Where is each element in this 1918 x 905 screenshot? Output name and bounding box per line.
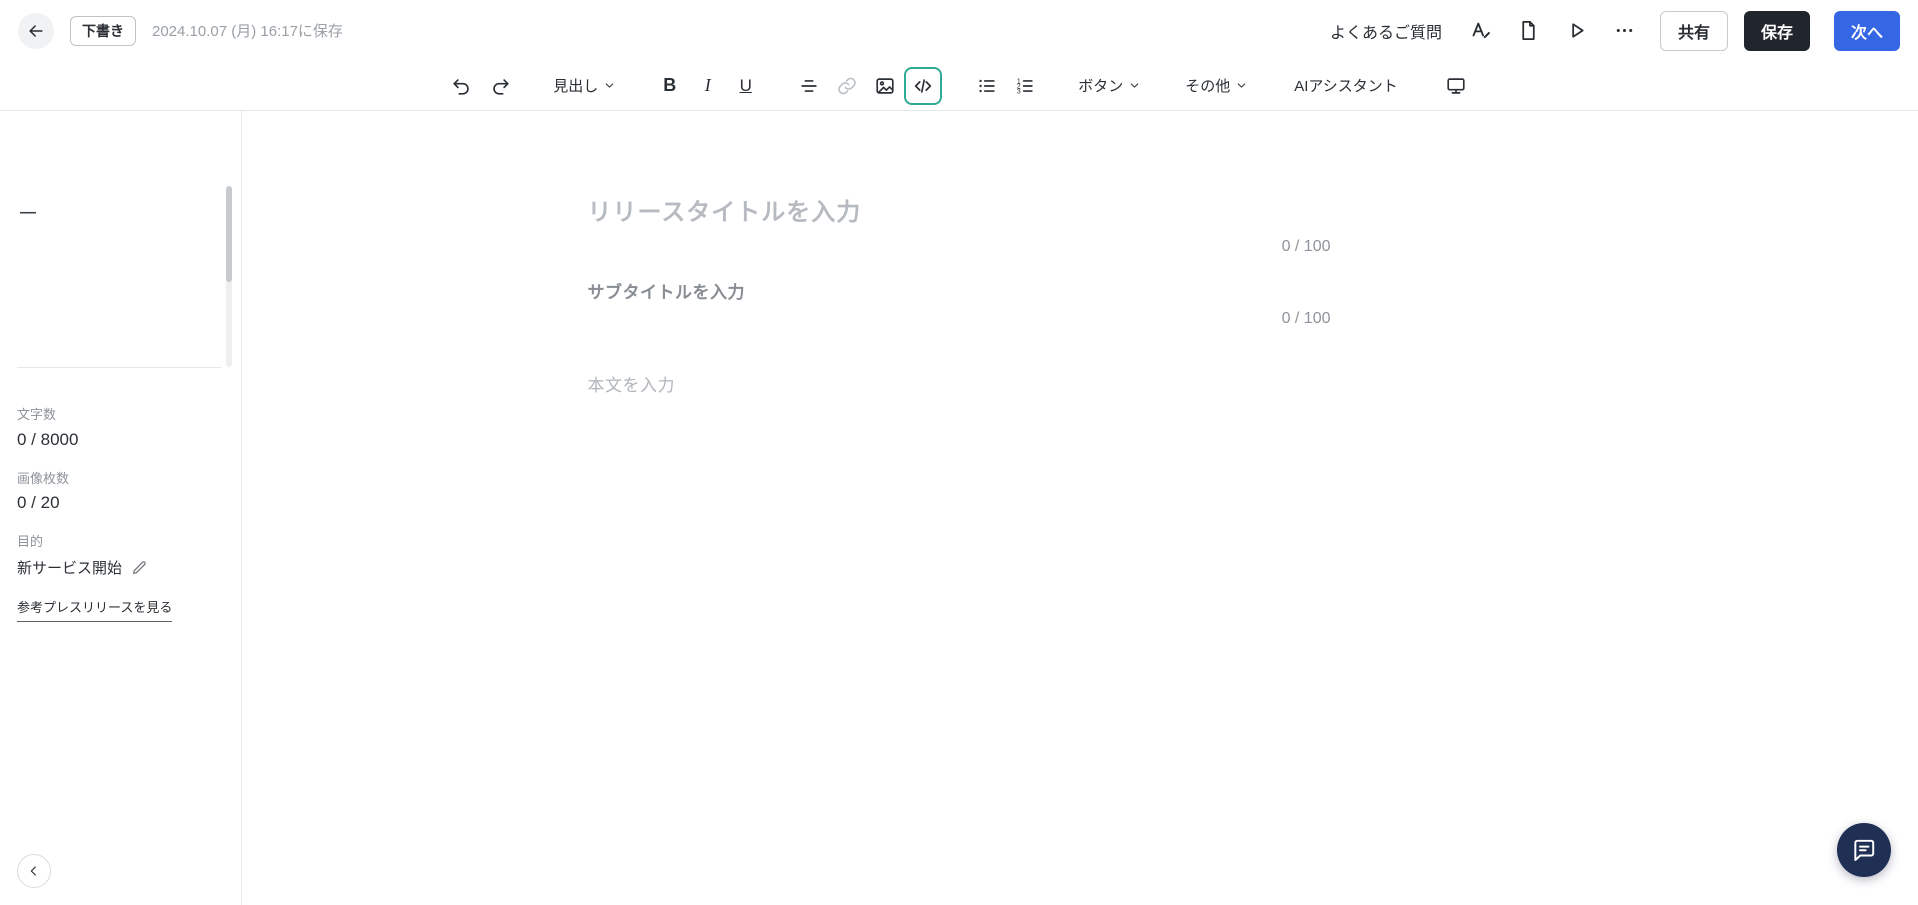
button-menu-group: ボタン xyxy=(1069,67,1150,104)
bulleted-list-icon xyxy=(979,79,995,92)
others-dropdown[interactable]: その他 xyxy=(1176,67,1257,104)
bulleted-list-button[interactable] xyxy=(968,67,1005,104)
numbered-list-button[interactable]: 1 2 3 xyxy=(1006,67,1043,104)
more-options-button[interactable] xyxy=(1604,10,1646,52)
document-icon xyxy=(1522,21,1536,40)
proofread-a-pencil-icon xyxy=(1472,22,1491,38)
share-button[interactable]: 共有 xyxy=(1659,10,1728,51)
bold-button[interactable]: B xyxy=(651,67,688,104)
button-dropdown[interactable]: ボタン xyxy=(1069,67,1150,104)
svg-text:3: 3 xyxy=(1017,88,1021,95)
undo-button[interactable] xyxy=(443,67,480,104)
back-button[interactable] xyxy=(18,12,54,49)
subtitle-char-counter: 0 / 100 xyxy=(1281,310,1331,327)
preview-play-button[interactable] xyxy=(1556,10,1598,52)
document-button[interactable] xyxy=(1508,10,1550,52)
code-button[interactable] xyxy=(904,66,943,105)
play-icon xyxy=(1572,23,1585,38)
horizontal-rule-icon xyxy=(801,79,817,92)
underline-button[interactable]: U xyxy=(727,67,764,104)
code-icon xyxy=(915,78,932,93)
image-button[interactable] xyxy=(866,67,903,104)
monitor-icon xyxy=(1447,77,1465,94)
saved-timestamp: 2024.10.07 (月) 16:17に保存 xyxy=(152,23,343,40)
chevron-down-icon xyxy=(605,83,614,88)
chat-bubble-icon xyxy=(1854,839,1875,861)
ai-group: AIアシスタント xyxy=(1283,67,1475,104)
save-button[interactable]: 保存 xyxy=(1743,10,1810,51)
undo-icon xyxy=(453,78,469,95)
formatting-toolbar: 見出し B I U 1 2 3 ボタン その他 AIアシスタント xyxy=(0,61,1918,111)
divider-button[interactable] xyxy=(790,67,827,104)
link-icon xyxy=(837,77,856,94)
insert-group xyxy=(790,66,943,105)
support-chat-button[interactable] xyxy=(1837,823,1891,877)
numbered-list-icon: 1 2 3 xyxy=(1017,78,1033,95)
topbar: 下書き 2024.10.07 (月) 16:17に保存 よくあるご質問 共有 保… xyxy=(0,0,1918,61)
italic-button[interactable]: I xyxy=(689,67,726,104)
editor-column: リリースタイトルを入力 0 / 100 サブタイトルを入力 0 / 100 本文… xyxy=(588,111,1331,399)
draft-status-badge: 下書き xyxy=(70,15,136,46)
redo-button[interactable] xyxy=(481,67,518,104)
others-dropdown-label: その他 xyxy=(1185,78,1231,95)
image-icon xyxy=(876,77,894,94)
next-button[interactable]: 次へ xyxy=(1833,10,1900,51)
ellipsis-icon xyxy=(1617,28,1633,33)
ai-assistant-button[interactable]: AIアシスタント xyxy=(1283,67,1409,104)
preview-display-button[interactable] xyxy=(1438,67,1475,104)
body-text-input[interactable]: 本文を入力 xyxy=(588,373,1331,399)
proofread-button[interactable] xyxy=(1460,10,1502,52)
list-group: 1 2 3 xyxy=(968,67,1043,104)
back-arrow-icon xyxy=(29,24,43,37)
heading-dropdown[interactable]: 見出し xyxy=(544,67,625,104)
heading-dropdown-label: 見出し xyxy=(553,78,599,95)
button-dropdown-label: ボタン xyxy=(1078,78,1124,95)
text-style-group: B I U xyxy=(651,67,764,104)
others-group: その他 xyxy=(1176,67,1257,104)
chevron-down-icon xyxy=(1237,83,1246,88)
title-char-counter: 0 / 100 xyxy=(1281,238,1331,255)
faq-link[interactable]: よくあるご質問 xyxy=(1330,19,1442,43)
redo-icon xyxy=(492,78,509,95)
subtitle-input[interactable]: サブタイトルを入力 xyxy=(588,281,1331,305)
heading-group: 見出し xyxy=(544,67,625,104)
release-title-input[interactable]: リリースタイトルを入力 xyxy=(588,195,1331,231)
editor-area: リリースタイトルを入力 0 / 100 サブタイトルを入力 0 / 100 本文… xyxy=(0,111,1918,905)
link-button[interactable] xyxy=(828,67,865,104)
chevron-down-icon xyxy=(1130,83,1139,88)
topbar-actions: よくあるご質問 共有 保存 次へ xyxy=(1330,10,1900,52)
history-group xyxy=(443,67,518,104)
